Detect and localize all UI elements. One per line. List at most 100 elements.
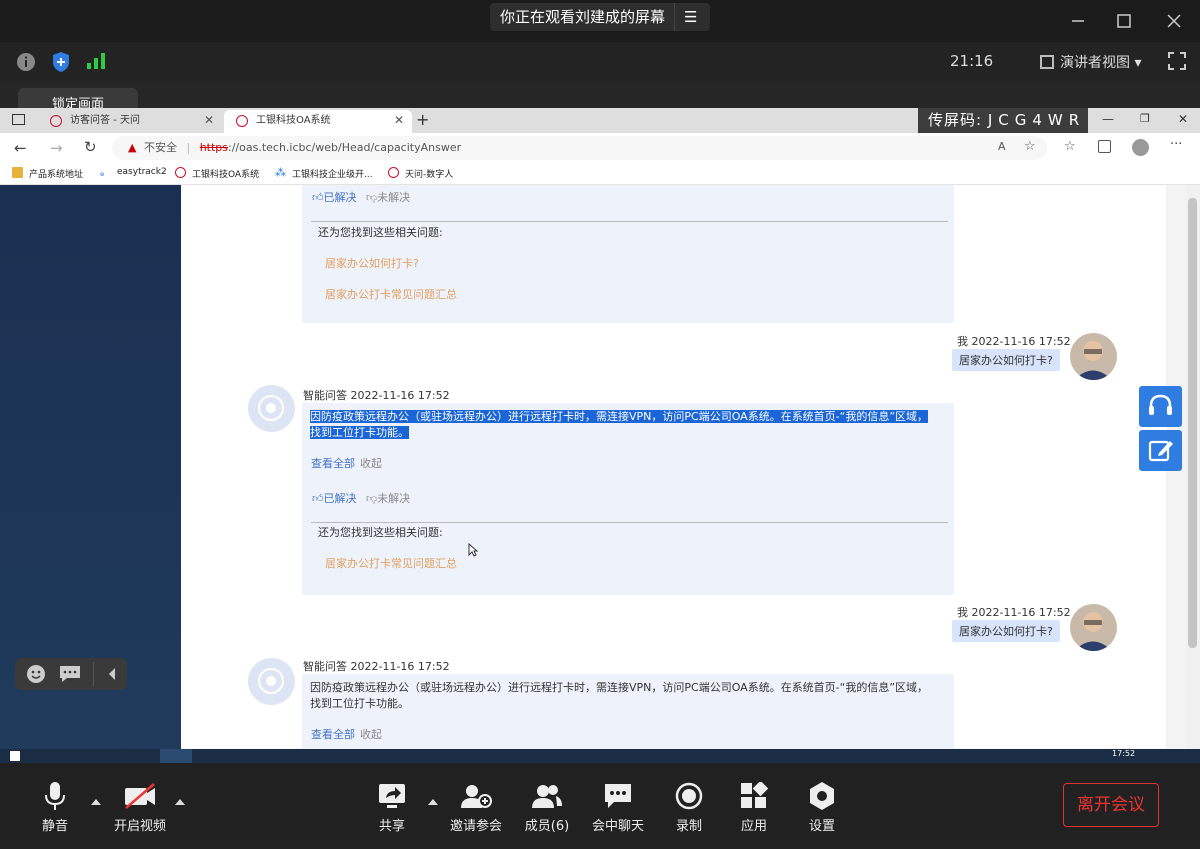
url-field[interactable]: ▲ 不安全 | https://oas.tech.icbc/web/Head/c…	[112, 136, 1047, 160]
close-icon[interactable]	[1162, 10, 1186, 32]
shield-icon[interactable]	[52, 51, 70, 73]
user-message-bubble: 居家办公如何打卡?	[952, 620, 1060, 642]
signal-icon[interactable]	[86, 52, 106, 70]
related-question-link[interactable]: 居家办公如何打卡?	[325, 255, 419, 271]
windows-taskbar: 17:52	[0, 749, 1200, 763]
new-tab-icon[interactable]: +	[416, 110, 429, 129]
shared-screen: 访客问答 - 天问 ✕ 工银科技OA系统 ✕ + 传屏码: JCG4WR — ❐ ✕…	[0, 108, 1200, 763]
view-mode-selector[interactable]: 演讲者视图 ▾	[1040, 52, 1141, 72]
video-off-icon	[105, 781, 175, 811]
more-icon[interactable]: ···	[1170, 137, 1182, 152]
bookmark-oa-system[interactable]: 工银科技OA系统	[175, 167, 259, 180]
unresolved-button[interactable]: 未解决	[377, 492, 410, 505]
related-question-link[interactable]: 居家办公打卡常见问题汇总	[325, 286, 457, 302]
collapse-link[interactable]: 收起	[360, 457, 382, 470]
tab-actions-icon[interactable]	[12, 114, 25, 125]
browser-restore-icon[interactable]: ❐	[1140, 112, 1150, 125]
start-video-button[interactable]: 开启视频	[105, 781, 175, 834]
related-question-link[interactable]: 居家办公打卡常见问题汇总	[325, 555, 457, 571]
video-options-caret[interactable]	[175, 799, 185, 805]
taskbar-active-app[interactable]	[160, 749, 192, 763]
feedback-row: 👍︎已解决 👎︎未解决	[312, 189, 410, 205]
read-aloud-icon[interactable]: A	[998, 140, 1006, 153]
chat-bubble-icon[interactable]	[59, 665, 81, 683]
bookmark-enterprise-dev[interactable]: ⁂ 工银科技企业级开...	[275, 167, 373, 180]
bot-avatar	[248, 658, 295, 705]
browser-close-icon[interactable]: ✕	[1178, 112, 1188, 126]
view-all-link[interactable]: 查看全部	[311, 457, 355, 470]
related-title: 还为您找到这些相关问题:	[318, 226, 443, 239]
bot-answer-text: 因防疫政策远程办公（或驻场远程办公）进行远程打卡时，需连接VPN，访问PC端公司…	[310, 681, 929, 710]
tab-visitor-qa[interactable]: 访客问答 - 天问 ✕	[38, 110, 222, 133]
meeting-chat-button[interactable]: 会中聊天	[583, 781, 653, 834]
thumb-up-icon[interactable]: 👍︎	[312, 191, 324, 204]
settings-icon	[787, 781, 857, 811]
bookmark-tianwen-digital[interactable]: 天问-数字人	[388, 167, 453, 180]
feedback-edit-button[interactable]	[1139, 430, 1182, 471]
expand-row: 查看全部 收起	[311, 726, 382, 742]
bookmarks-bar: 产品系统地址 ₑ easytrack2 工银科技OA系统 ⁂ 工银科技企业级开...…	[0, 163, 1200, 185]
bookmark-easytrack2[interactable]: ₑ easytrack2	[100, 167, 167, 178]
bot-message-meta: 智能问答 2022-11-16 17:52	[303, 660, 450, 673]
customer-service-button[interactable]	[1139, 386, 1182, 427]
bot-answer-card: 因防疫政策远程办公（或驻场远程办公）进行远程打卡时，需连接VPN，访问PC端公司…	[302, 403, 954, 595]
meeting-title-bar: 你正在观看刘建成的屏幕 ☰	[0, 0, 1200, 42]
back-icon[interactable]: ←	[14, 139, 27, 157]
bot-message-meta: 智能问答 2022-11-16 17:52	[303, 389, 450, 402]
unresolved-button[interactable]: 未解决	[377, 191, 410, 204]
invite-button[interactable]: 邀请参会	[441, 781, 511, 834]
share-button[interactable]: 共享	[357, 781, 427, 834]
view-all-link[interactable]: 查看全部	[311, 728, 355, 741]
tab-close-icon[interactable]: ✕	[394, 110, 404, 131]
top-strip	[0, 82, 1200, 110]
maximize-icon[interactable]	[1112, 10, 1136, 32]
related-title: 还为您找到这些相关问题:	[318, 526, 443, 539]
forward-icon[interactable]: →	[50, 139, 63, 157]
record-button[interactable]: 录制	[654, 781, 724, 834]
leave-meeting-button[interactable]: 离开会议	[1063, 783, 1159, 827]
thumb-down-icon[interactable]: 👎︎	[366, 191, 377, 204]
list-icon[interactable]: ☰	[684, 3, 697, 31]
info-icon[interactable]	[16, 52, 36, 72]
share-options-caret[interactable]	[428, 799, 438, 805]
fullscreen-icon[interactable]	[1168, 52, 1186, 70]
apps-button[interactable]: 应用	[719, 781, 789, 834]
apps-icon	[719, 781, 789, 811]
bot-avatar	[248, 385, 295, 432]
microphone-icon	[20, 781, 90, 811]
favorites-icon[interactable]: ☆	[1064, 139, 1076, 154]
collections-icon[interactable]	[1098, 140, 1111, 153]
settings-button[interactable]: 设置	[787, 781, 857, 834]
mute-options-caret[interactable]	[91, 799, 101, 805]
folder-icon	[12, 167, 23, 178]
tab-oa-system[interactable]: 工银科技OA系统 ✕	[224, 110, 412, 133]
share-status-pill[interactable]: 你正在观看刘建成的屏幕 ☰	[490, 3, 710, 31]
browser-minimize-icon[interactable]: —	[1102, 112, 1114, 126]
bookmark-product-systems[interactable]: 产品系统地址	[12, 167, 83, 180]
tab-close-icon[interactable]: ✕	[204, 110, 214, 131]
bot-answer-card: 👍︎已解决 👎︎未解决 还为您找到这些相关问题: 居家办公如何打卡? 居家办公打…	[302, 185, 954, 323]
thumb-up-icon[interactable]: 👍︎	[312, 492, 324, 505]
resolved-button[interactable]: 已解决	[324, 191, 357, 204]
members-button[interactable]: 成员(6)	[512, 781, 582, 834]
scroll-thumb[interactable]	[1188, 198, 1197, 648]
user-message-bubble: 居家办公如何打卡?	[952, 349, 1060, 371]
minimize-icon[interactable]	[1066, 10, 1090, 32]
meeting-clock: 21:16	[950, 52, 994, 70]
refresh-icon[interactable]: ↻	[84, 138, 97, 156]
resolved-button[interactable]: 已解决	[324, 492, 357, 505]
emoji-icon[interactable]	[26, 664, 46, 684]
collapse-arrow-icon[interactable]	[107, 667, 117, 681]
windows-start-icon[interactable]	[10, 751, 20, 761]
collapse-link[interactable]: 收起	[360, 728, 382, 741]
headset-icon	[1149, 394, 1172, 415]
favorite-star-icon[interactable]: ☆	[1024, 139, 1036, 154]
thumb-down-icon[interactable]: 👎︎	[366, 492, 377, 505]
edit-icon	[1148, 440, 1173, 462]
feedback-row: 👍︎已解决 👎︎未解决	[312, 490, 410, 506]
mute-button[interactable]: 静音	[20, 781, 90, 834]
network-icon: ⁂	[275, 166, 286, 179]
share-status-text: 你正在观看刘建成的屏幕	[500, 8, 666, 26]
profile-avatar[interactable]	[1132, 139, 1149, 156]
meeting-status-bar	[0, 42, 1200, 82]
